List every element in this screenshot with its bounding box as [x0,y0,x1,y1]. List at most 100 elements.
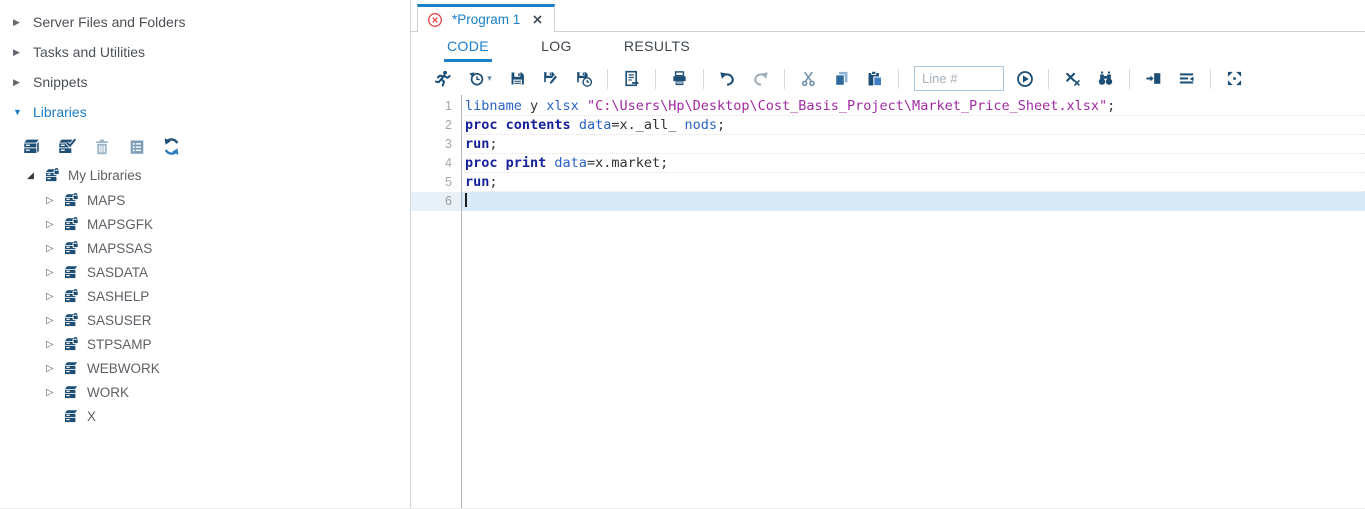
expand-arrow-icon[interactable]: ▷ [46,219,56,230]
library-properties-button[interactable] [125,135,148,158]
library-icon [63,264,80,281]
run-icon [434,70,451,87]
sidebar-item-label: Server Files and Folders [33,14,186,30]
library-item-maps[interactable]: ▷ MAPS [0,188,410,212]
code-line-6[interactable]: 6 [411,192,1365,211]
library-name: WORK [87,384,129,400]
undo-icon [720,72,734,86]
copy-button[interactable] [829,66,854,91]
navigation-pane: ▶ Server Files and Folders ▶ Tasks and U… [0,0,411,508]
close-circle-red-icon[interactable] [427,12,443,28]
library-item-sashelp[interactable]: ▷ SASHELP [0,284,410,308]
line-number-input[interactable] [914,66,1004,91]
library-item-work[interactable]: ▷ WORK [0,380,410,404]
sidebar-item-server-files[interactable]: ▶ Server Files and Folders [0,7,410,37]
work-area: *Program 1 CODE LOG RESULTS ▾ Line # 1 l… [411,0,1365,508]
sidebar-item-libraries[interactable]: ▼ Libraries [0,97,410,127]
paste-icon [868,70,883,87]
sidebar-item-label: Snippets [33,74,88,90]
cut-button[interactable] [796,66,821,91]
printer-icon [673,71,686,86]
library-item-sasuser[interactable]: ▷ SASUSER [0,308,410,332]
submission-history-button[interactable]: ▾ [463,66,497,91]
libraries-tree: ◢ My Libraries ▷ MAPS ▷ MAPSGFK ▷ MAPSSAS ▷ SAS… [0,163,410,428]
expand-arrow-icon[interactable]: ▷ [46,363,56,374]
library-locked-icon [63,192,80,209]
run-button[interactable] [430,66,455,91]
line-number: 4 [445,156,452,170]
code-line-3[interactable]: 3 run; [411,135,1365,154]
library-item-x[interactable]: X [0,404,410,428]
library-locked-icon [63,240,80,257]
expand-arrow-icon[interactable]: ▷ [46,243,56,254]
close-tab-button[interactable] [531,13,544,26]
save-history-button[interactable] [571,66,596,91]
maximize-view-icon [1227,71,1242,86]
toolbar-separator [703,68,704,89]
library-name: WEBWORK [87,360,160,376]
toolbar-separator [898,68,899,89]
sidebar-item-snippets[interactable]: ▶ Snippets [0,67,410,97]
new-library-button[interactable] [20,135,43,158]
code-editor[interactable]: 1 libname y xlsx "C:\Users\Hp\Desktop\Cos… [411,95,1365,508]
delete-library-button[interactable] [90,135,113,158]
library-icon [63,360,80,377]
libraries-toolbar [0,135,410,158]
line-number: 2 [445,118,452,132]
expand-arrow-icon[interactable]: ▷ [46,315,56,326]
save-button[interactable] [505,66,530,91]
code-line-text: proc contents data=x._all_ nods; [461,116,1365,135]
history-clock-icon [469,72,484,86]
expand-arrow-icon[interactable]: ▷ [46,387,56,398]
library-name: STPSAMP [87,336,152,352]
submit-code-button[interactable] [619,66,644,91]
scissors-icon [801,71,815,87]
program-tab[interactable]: *Program 1 [417,4,556,32]
collapse-arrow-icon[interactable]: ◢ [27,170,37,181]
paste-button[interactable] [862,66,887,91]
refresh-libraries-button[interactable] [160,135,183,158]
clear-code-button[interactable] [1060,66,1085,91]
library-item-mapsgfk[interactable]: ▷ MAPSGFK [0,212,410,236]
library-item-mapssas[interactable]: ▷ MAPSSAS [0,236,410,260]
library-name: X [87,408,97,424]
code-line-1[interactable]: 1 libname y xlsx "C:\Users\Hp\Desktop\Cos… [411,97,1365,116]
maximize-view-button[interactable] [1222,66,1247,91]
format-code-button[interactable] [1174,66,1199,91]
library-name: SASDATA [87,264,149,280]
line-number: 5 [445,175,452,189]
tab-results[interactable]: RESULTS [621,32,693,62]
expand-arrow-icon[interactable]: ▷ [46,291,56,302]
find-replace-button[interactable] [1093,66,1118,91]
expand-arrow-icon[interactable]: ▷ [46,195,56,206]
new-library-icon [24,139,39,153]
goto-line-icon [1016,70,1033,87]
tab-log[interactable]: LOG [538,32,575,62]
program-tab-title: *Program 1 [452,12,521,27]
library-item-stpsamp[interactable]: ▷ STPSAMP [0,332,410,356]
my-libraries-root[interactable]: ◢ My Libraries [0,163,410,188]
expand-arrow-icon[interactable]: ▷ [46,339,56,350]
library-item-webwork[interactable]: ▷ WEBWORK [0,356,410,380]
redo-button[interactable] [748,66,773,91]
goto-line-button[interactable] [1012,66,1037,91]
code-line-text: run; [461,135,1365,154]
indent-code-button[interactable] [1141,66,1166,91]
properties-list-icon [130,139,143,154]
expand-arrow-icon[interactable]: ▷ [46,267,56,278]
assign-library-button[interactable] [55,135,78,158]
library-item-sasdata[interactable]: ▷ SASDATA [0,260,410,284]
code-line-5[interactable]: 5 run; [411,173,1365,192]
print-button[interactable] [667,66,692,91]
toolbar-separator [1210,68,1211,89]
save-as-button[interactable] [538,66,563,91]
tab-code[interactable]: CODE [444,32,493,62]
code-line-4[interactable]: 4 proc print data=x.market; [411,154,1365,173]
code-line-2[interactable]: 2 proc contents data=x._all_ nods; [411,116,1365,135]
library-name: MAPSGFK [87,216,154,232]
library-locked-icon [63,312,80,329]
undo-button[interactable] [715,66,740,91]
sidebar-item-tasks-utilities[interactable]: ▶ Tasks and Utilities [0,37,410,67]
library-locked-icon [44,167,61,184]
chevron-right-icon: ▶ [13,46,20,57]
